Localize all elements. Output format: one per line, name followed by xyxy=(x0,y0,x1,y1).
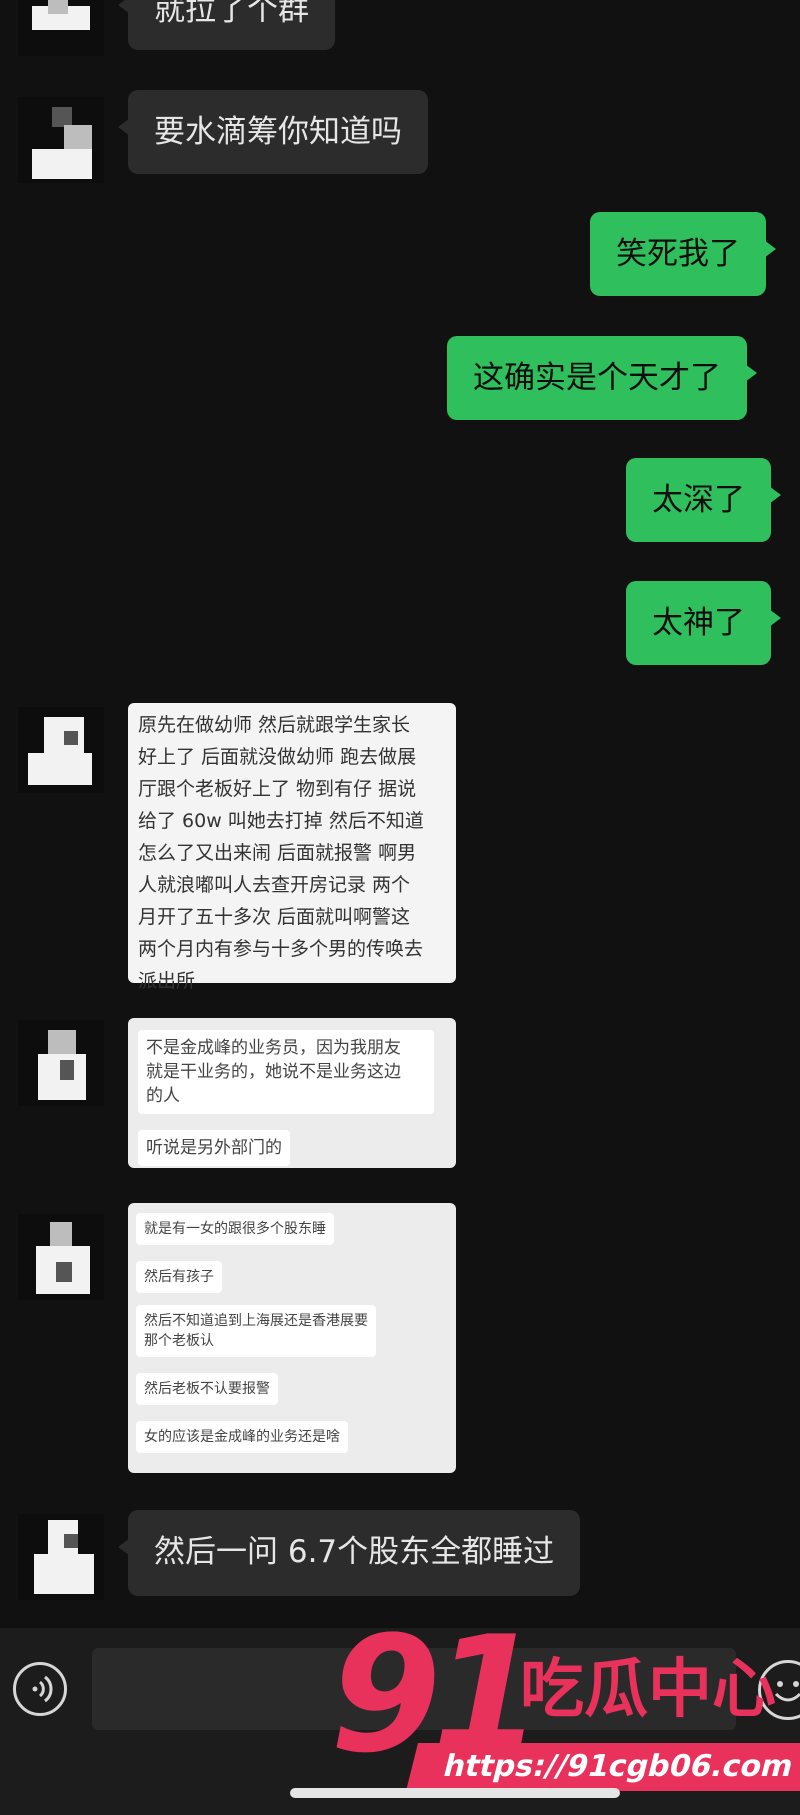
message-bubble[interactable]: 然后一问 6.7个股东全都睡过 xyxy=(117,1510,581,1596)
screenshot-line: 月开了五十多次 后面就叫啊警这 xyxy=(138,906,411,928)
screenshot-bubble: 然后老板不认要报警 xyxy=(136,1373,278,1405)
avatar[interactable] xyxy=(18,0,104,56)
message-bubble[interactable]: 这确实是个天才了 xyxy=(447,336,757,420)
message-text: 然后一问 6.7个股东全都睡过 xyxy=(154,1534,555,1570)
message-text: 笑死我了 xyxy=(616,236,740,272)
image-message[interactable]: 不是金成峰的业务员，因为我朋友 就是干业务的，她说不是业务这边 的人 听说是另外… xyxy=(128,1018,456,1168)
image-message[interactable]: 原先在做幼师 然后就跟学生家长 好上了 后面就没做幼师 跑去做展 厅跟个老板好上… xyxy=(128,703,456,992)
screenshot-line: 厅跟个老板好上了 物到有仔 据说 xyxy=(138,778,417,800)
message-bubble[interactable]: 太深了 xyxy=(626,458,781,542)
avatar[interactable] xyxy=(18,707,104,793)
screenshot-bubble: 然后有孩子 xyxy=(136,1261,222,1293)
message-text: 太神了 xyxy=(652,605,745,641)
screenshot-line: 好上了 后面就没做幼师 跑去做展 xyxy=(138,746,417,768)
screenshot-line: 原先在做幼师 然后就跟学生家长 xyxy=(138,714,411,736)
avatar[interactable] xyxy=(18,1214,104,1300)
watermark-url-text: https://91cgb06.com xyxy=(439,1749,798,1784)
screenshot-bubble: 不是金成峰的业务员，因为我朋友 就是干业务的，她说不是业务这边 的人 xyxy=(138,1030,434,1114)
message-bubble[interactable]: 笑死我了 xyxy=(590,212,776,296)
screenshot-line: 两个月内有参与十多个男的传唤去 xyxy=(138,938,424,960)
screenshot-line: 派出所 xyxy=(138,970,196,992)
home-indicator xyxy=(290,1788,620,1798)
avatar[interactable] xyxy=(18,97,104,183)
screenshot-bubble: 然后不知道追到上海展还是香港展要 那个老板认 xyxy=(136,1305,376,1357)
voice-wave-icon[interactable] xyxy=(13,1662,67,1716)
message-text: 太深了 xyxy=(652,482,745,518)
watermark-url: https://91cgb06.com xyxy=(406,1743,800,1791)
voice-wave-icon-svg xyxy=(32,1675,53,1703)
screenshot-bubble: 女的应该是金成峰的业务还是啥 xyxy=(136,1421,348,1453)
avatar[interactable] xyxy=(18,1020,104,1106)
avatar[interactable] xyxy=(18,1514,104,1600)
message-text: 就拉了个群 xyxy=(154,0,309,28)
screenshot-line: 人就浪嘟叫人去查开房记录 两个 xyxy=(138,874,411,896)
message-bubble[interactable]: 要水滴筹你知道吗 xyxy=(118,90,428,174)
message-bubble[interactable]: 太神了 xyxy=(626,581,781,665)
screenshot-bubble: 听说是另外部门的 xyxy=(138,1130,290,1166)
message-text: 要水滴筹你知道吗 xyxy=(154,114,402,150)
screenshot-bubble: 就是有一女的跟很多个股东睡 xyxy=(136,1213,334,1245)
message-bubble[interactable]: 就拉了个群 xyxy=(118,0,335,50)
screenshot-line: 给了 60w 叫她去打掉 然后不知道 xyxy=(138,810,424,832)
message-text: 这确实是个天才了 xyxy=(473,360,721,396)
watermark-logo-text: 吃瓜中心 xyxy=(520,1653,776,1727)
image-message[interactable]: 就是有一女的跟很多个股东睡 然后有孩子 然后不知道追到上海展还是香港展要 那个老… xyxy=(128,1203,456,1473)
screenshot-line: 怎么了又出来闹 后面就报警 啊男 xyxy=(138,842,417,864)
